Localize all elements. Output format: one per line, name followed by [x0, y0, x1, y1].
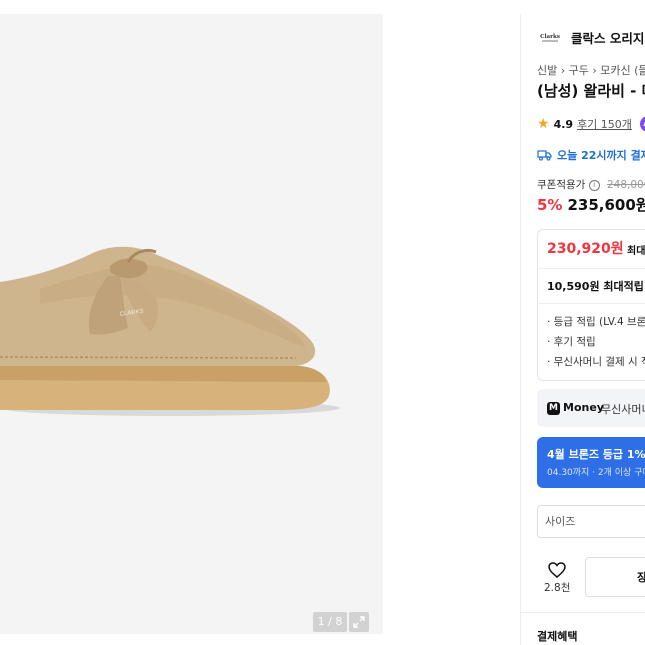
benefit-divider — [538, 303, 645, 304]
coupon-label-text: 쿠폰적용가 — [537, 179, 586, 191]
svg-text:Clarks: Clarks — [540, 34, 560, 40]
original-price: 248,000 — [607, 179, 645, 191]
price-row: 5% 235,600원 — [537, 194, 645, 215]
benefit-item: · 후기 적립 — [547, 336, 596, 348]
delivery-info[interactable]: 오늘 22시까지 결제 시 — [537, 147, 645, 163]
sale-price: 235,600원 — [567, 196, 645, 214]
money-icon: M — [547, 402, 560, 415]
grade-promo-banner[interactable] — [537, 437, 645, 488]
money-brand: Money — [563, 401, 604, 414]
rating-row: ★ 4.9 후기 150개 AI — [537, 116, 645, 132]
expand-icon[interactable] — [349, 612, 369, 632]
info-icon[interactable]: i — [588, 179, 600, 191]
image-counter: 1 / 8 — [313, 612, 347, 632]
discount-rate: 5% — [537, 196, 563, 214]
payment-benefits-title: 결제혜택 — [537, 630, 578, 643]
size-select-placeholder: 사이즈 — [545, 515, 576, 528]
money-text: 무신사머니 — [601, 403, 645, 416]
section-divider — [521, 612, 645, 613]
promo-title: 4월 브론즈 등급 1% 잠 — [547, 448, 645, 461]
product-image: CLARKS — [0, 246, 340, 416]
rating-score: 4.9 — [553, 117, 574, 131]
breadcrumb[interactable]: 신발 › 구두 › 모카신 (들 — [537, 62, 645, 78]
star-icon: ★ — [537, 116, 550, 132]
brand-logo[interactable]: Clarks — [537, 26, 563, 46]
product-info-panel: Clarks 클락스 오리지널 신발 › 구두 › 모카신 (들 (남성) 왈라… — [521, 0, 645, 645]
delivery-text: 오늘 22시까지 결제 시 — [557, 149, 645, 162]
best-price: 230,920원 — [547, 241, 624, 257]
benefit-divider — [538, 268, 645, 269]
cart-button-label: 장 — [637, 571, 645, 584]
benefit-item: · 무신사머니 결제 시 적 — [547, 356, 645, 368]
max-points: 10,590원 최대적립 — [547, 280, 644, 293]
product-image-gallery[interactable]: CLARKS 1 / 8 — [0, 14, 383, 634]
promo-subtitle: 04.30까지 · 2개 이상 구매 — [547, 468, 645, 478]
like-count: 2.8천 — [544, 582, 571, 594]
review-count-link[interactable]: 후기 150개 — [577, 116, 632, 132]
heart-icon[interactable] — [547, 560, 567, 580]
truck-icon — [537, 149, 552, 161]
product-title: (남성) 왈라비 - 메 — [537, 82, 645, 100]
coupon-price-label: 쿠폰적용가 i 248,000 — [537, 177, 645, 192]
ai-badge[interactable]: AI — [639, 116, 645, 132]
benefit-item: · 등급 적립 (LV.4 브론 — [547, 316, 645, 328]
best-price-suffix: 최대 — [627, 246, 645, 257]
cart-button[interactable] — [585, 557, 645, 597]
brand-name[interactable]: 클락스 오리지널 — [571, 28, 645, 47]
